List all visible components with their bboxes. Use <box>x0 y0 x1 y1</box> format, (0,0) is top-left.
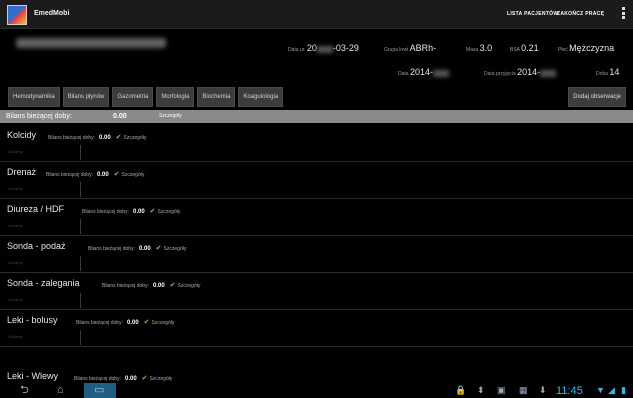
tab-morfologia[interactable]: Morfologia <box>156 87 195 107</box>
check-icon: ✔ <box>141 375 148 382</box>
app-title: EmedMobi <box>34 10 70 17</box>
lock-icon: 🔒 <box>455 385 467 395</box>
section-sonda-zalegania: Sonda - zalegania Bilans bieżącej doby: 0… <box>0 272 633 310</box>
system-nav-bar: ⮌ ⌂ ▭ 🔒 ⬍ ▣ ▦ ⬇ 11:45 ▼ ◢ ▮ <box>0 383 633 398</box>
finish-work-link[interactable]: ZAKOŃCZ PRACĘ <box>557 11 604 17</box>
patients-list-link[interactable]: LISTA PACJENTÓW <box>507 11 558 17</box>
bsa: BSA 0.21 <box>510 43 539 53</box>
section-balance: Bilans bieżącej doby: 0.00 ✔ Szczegóły <box>102 282 201 289</box>
admission-date: Data przyjęcia 2014- <box>484 67 557 78</box>
section-balance: Bilans bieżącej doby: 0.00 ✔ Szczegóły <box>74 375 173 382</box>
wifi-icon: ▼ <box>596 385 605 395</box>
check-icon: ✔ <box>115 134 122 141</box>
section-footer: Godziny <box>8 297 23 302</box>
daily-balance-bar: Bilans bieżącej doby: 0.00 Szczegóły <box>0 110 633 123</box>
section-footer: Godziny <box>8 223 23 228</box>
section-footer: Godziny <box>8 334 23 339</box>
check-icon: ✔ <box>143 319 150 326</box>
check-icon: ✔ <box>155 245 162 252</box>
check-icon: ✔ <box>113 171 120 178</box>
tab-bilans-plynow[interactable]: Bilans płynów <box>62 87 110 107</box>
details-link[interactable]: Szczegóły <box>152 320 175 326</box>
tab-hemodynamika[interactable]: Hemodynamika <box>8 87 60 107</box>
section-balance: Bilans bieżącej doby: 0.00 ✔ Szczegóły <box>88 245 187 252</box>
patient-name-redacted <box>16 38 166 48</box>
add-observation-button[interactable]: Dodaj obserwacje <box>568 87 626 107</box>
section-diureza: Diureza / HDF Bilans bieżącej doby: 0.00 ✔… <box>0 198 633 236</box>
recent-apps-icon: ▭ <box>94 384 105 396</box>
date-field: Data 2014- <box>398 67 449 78</box>
details-link[interactable]: Szczegóły <box>150 376 173 382</box>
tab-koagulologia[interactable]: Koagulologia <box>238 87 284 107</box>
section-balance: Bilans bieżącej doby: 0.00 ✔ Szczegóły <box>46 171 145 178</box>
divider <box>80 182 81 197</box>
overflow-menu-icon[interactable] <box>622 7 626 21</box>
section-leki-wlewy: Leki - Wlewy Bilans bieżącej doby: 0.00 ✔ S… <box>0 346 633 383</box>
gallery-icon: ▦ <box>519 385 528 395</box>
details-link[interactable]: Szczegóły <box>178 283 201 289</box>
section-title: Sonda - zalegania <box>7 278 80 288</box>
home-icon[interactable]: ⌂ <box>57 384 64 397</box>
section-footer: Godziny <box>8 149 23 154</box>
birth-date: Data ur. 20 -03-29 <box>288 43 359 54</box>
section-title: Leki - bolusy <box>7 315 58 325</box>
mass: Masa 3.0 <box>466 43 493 53</box>
section-leki-bolusy: Leki - bolusy Bilans bieżącej doby: 0.00 ✔… <box>0 309 633 347</box>
tab-gazometria[interactable]: Gazometria <box>112 87 154 107</box>
app-logo-icon[interactable] <box>7 5 27 25</box>
section-sonda-podaz: Sonda - podaż Bilans bieżącej doby: 0.00 ✔… <box>0 235 633 273</box>
section-kolcidy: Kolcidy Bilans bieżącej doby: 0.00 ✔ Szczeg… <box>0 124 633 162</box>
download-icon: ⬇ <box>539 385 547 395</box>
section-footer: Godziny <box>8 186 23 191</box>
balance-details-link[interactable]: Szczegóły <box>159 110 182 123</box>
section-balance: Bilans bieżącej doby: 0.00 ✔ Szczegóły <box>82 208 181 215</box>
divider <box>80 256 81 271</box>
section-balance: Bilans bieżącej doby: 0.00 ✔ Szczegóły <box>76 319 175 326</box>
section-title: Leki - Wlewy <box>7 371 59 381</box>
tab-biochemia[interactable]: Biochemia <box>197 87 236 107</box>
section-title: Drenaż <box>7 167 37 177</box>
clock[interactable]: 11:45 <box>556 385 583 397</box>
divider <box>80 330 81 345</box>
balance-label: Bilans bieżącej doby: <box>6 113 72 120</box>
action-bar: EmedMobi LISTA PACJENTÓW ZAKOŃCZ PRACĘ <box>0 0 633 29</box>
battery-icon: ▮ <box>621 385 626 395</box>
section-title: Diureza / HDF <box>7 204 65 214</box>
divider <box>80 219 81 234</box>
usb-icon: ⬍ <box>477 385 485 395</box>
section-drenaz: Drenaż Bilans bieżącej doby: 0.00 ✔ Szczegó… <box>0 161 633 199</box>
balance-value: 0.00 <box>113 113 127 120</box>
back-icon[interactable]: ⮌ <box>20 384 29 397</box>
details-link[interactable]: Szczegóły <box>124 135 147 141</box>
divider <box>80 145 81 160</box>
details-link[interactable]: Szczegóły <box>122 172 145 178</box>
check-icon: ✔ <box>169 282 176 289</box>
section-title: Sonda - podaż <box>7 241 66 251</box>
check-icon: ✔ <box>149 208 156 215</box>
sex: Płeć Mężczyzna <box>558 43 615 53</box>
recent-apps-button[interactable]: ▭ <box>84 383 116 398</box>
section-balance: Bilans bieżącej doby: 0.00 ✔ Szczegóły <box>48 134 147 141</box>
tab-bar: Hemodynamika Bilans płynów Gazometria Mo… <box>8 87 284 107</box>
details-link[interactable]: Szczegóły <box>158 209 181 215</box>
section-footer: Godziny <box>8 260 23 265</box>
screenshot-icon: ▣ <box>497 385 506 395</box>
blood-group: Grupa krwi ABRh- <box>384 43 437 53</box>
signal-icon: ◢ <box>608 385 615 395</box>
section-title: Kolcidy <box>7 130 37 140</box>
day-number: Doba 14 <box>596 67 620 77</box>
divider <box>80 293 81 308</box>
details-link[interactable]: Szczegóły <box>164 246 187 252</box>
